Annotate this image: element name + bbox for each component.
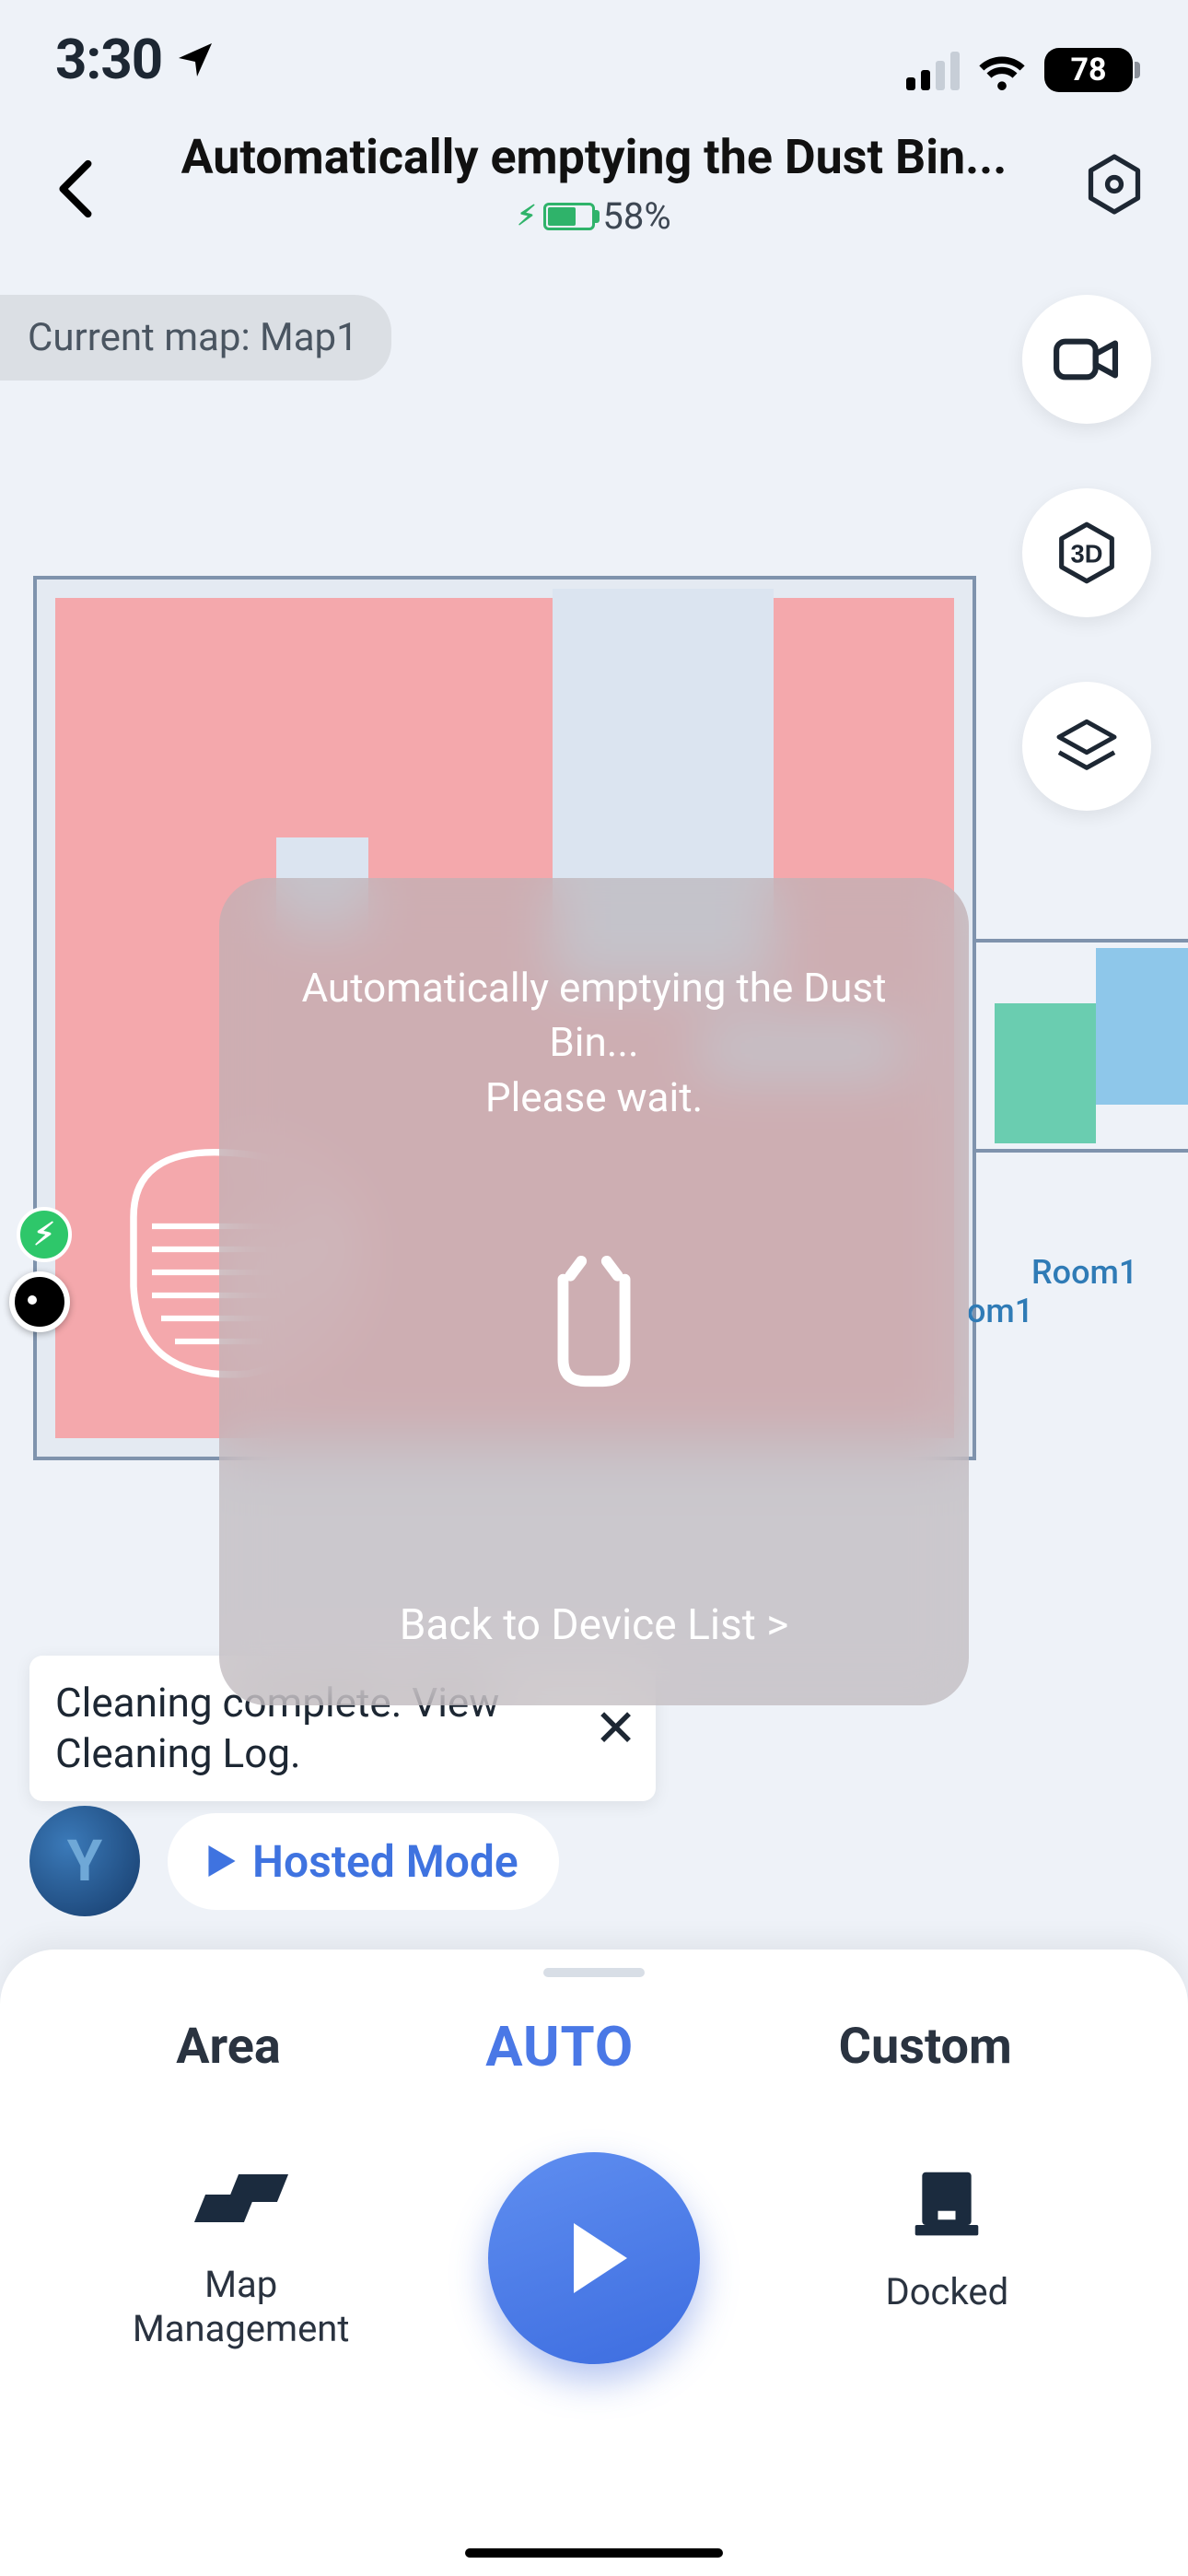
- cellular-icon: [906, 50, 960, 90]
- settings-button[interactable]: [1077, 147, 1151, 221]
- camera-button[interactable]: [1022, 295, 1151, 424]
- assistant-badge-letter: Y: [67, 1828, 102, 1895]
- dock-icon: [914, 2169, 979, 2242]
- robot-position-icon: [9, 1271, 70, 1332]
- app-header: Automatically emptying the Dust Bin... ⚡…: [0, 129, 1188, 276]
- charging-bolt-icon: ⚡︎: [517, 200, 536, 232]
- room-label-partial: om1: [967, 1292, 1033, 1330]
- play-small-icon: [208, 1845, 236, 1877]
- ios-status-bar: 3:30 78: [0, 0, 1188, 120]
- bottom-sheet[interactable]: Area AUTO Custom Map Management Docked: [0, 1950, 1188, 2576]
- status-time: 3:30: [55, 27, 162, 92]
- map-management-label: Map Management: [133, 2263, 350, 2351]
- map-management-button[interactable]: Map Management: [103, 2152, 379, 2351]
- battery-percent: 78: [1070, 52, 1106, 88]
- dock-charging-icon: ⚡︎: [17, 1207, 72, 1262]
- battery-icon: 78: [1044, 48, 1133, 92]
- 3d-icon: 3D: [1049, 515, 1124, 591]
- emptying-modal: Automatically emptying the Dust Bin... P…: [219, 878, 969, 1705]
- modal-line1: Automatically emptying the Dust Bin...: [256, 961, 932, 1071]
- map-room-green: [995, 1003, 1096, 1143]
- play-icon: [574, 2223, 627, 2293]
- location-icon: [173, 38, 217, 82]
- 3d-view-button[interactable]: 3D: [1022, 488, 1151, 617]
- sheet-drag-handle[interactable]: [543, 1968, 645, 1977]
- close-icon[interactable]: ✕: [594, 1696, 637, 1761]
- assistant-avatar[interactable]: Y: [29, 1806, 140, 1916]
- layers-icon: [1050, 709, 1124, 783]
- hosted-mode-button[interactable]: Hosted Mode: [168, 1813, 559, 1910]
- svg-text:3D: 3D: [1071, 539, 1103, 568]
- current-map-chip[interactable]: Current map: Map1: [0, 295, 391, 381]
- modal-line2: Please wait.: [256, 1071, 932, 1125]
- wifi-icon: [976, 50, 1028, 90]
- docked-button[interactable]: Docked: [809, 2152, 1085, 2314]
- room-label-room1: Room1: [1031, 1253, 1137, 1292]
- page-title: Automatically emptying the Dust Bin...: [181, 129, 1007, 185]
- tab-custom[interactable]: Custom: [839, 2018, 1012, 2076]
- current-map-label: Current map: Map1: [28, 315, 358, 360]
- tab-area[interactable]: Area: [176, 2018, 281, 2076]
- home-indicator[interactable]: [465, 2548, 723, 2558]
- map-management-icon: [200, 2174, 283, 2239]
- hosted-mode-label: Hosted Mode: [252, 1835, 518, 1888]
- device-battery-text: 58%: [602, 194, 670, 238]
- video-icon: [1051, 333, 1123, 386]
- dustbin-icon: [530, 1254, 658, 1392]
- back-to-device-list-link[interactable]: Back to Device List >: [400, 1600, 789, 1650]
- tab-auto[interactable]: AUTO: [485, 2014, 634, 2079]
- layers-button[interactable]: [1022, 682, 1151, 811]
- map-room-blue: [1096, 948, 1188, 1105]
- device-battery-row: ⚡︎ 58%: [181, 194, 1007, 238]
- device-battery-icon: [543, 203, 595, 230]
- docked-label: Docked: [885, 2270, 1008, 2314]
- start-clean-button[interactable]: [488, 2152, 700, 2364]
